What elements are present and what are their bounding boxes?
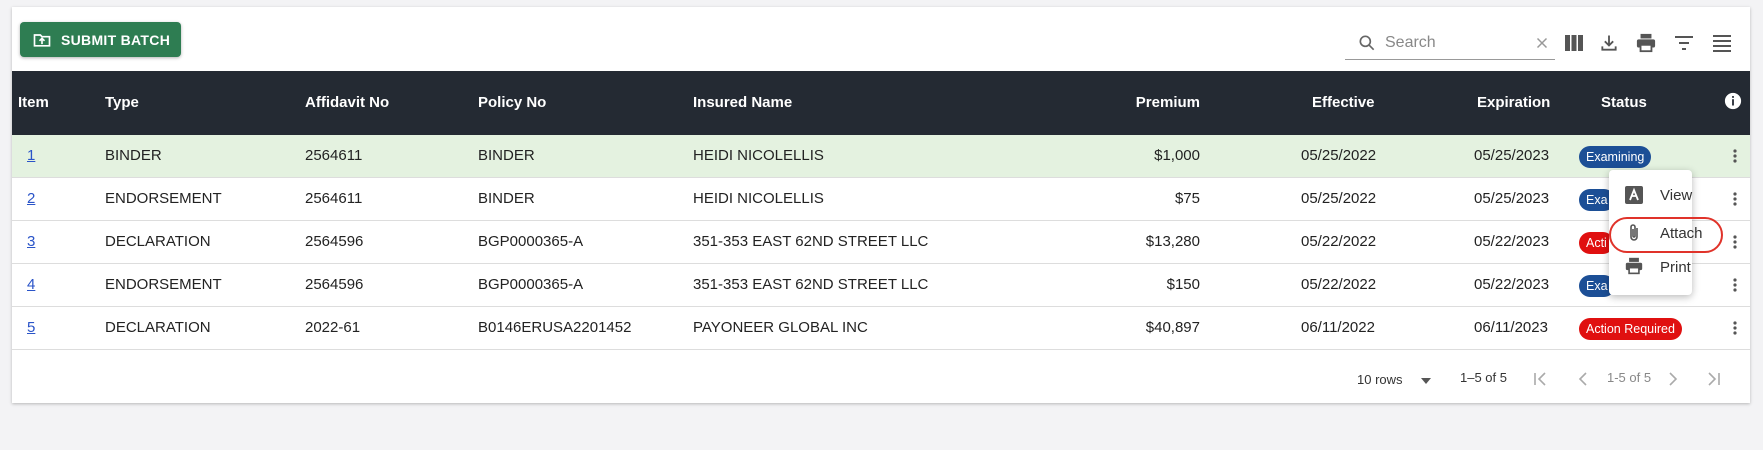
table-row[interactable]: 2 ENDORSEMENT 2564611 BINDER HEIDI NICOL… <box>12 178 1750 221</box>
table-row[interactable]: 3 DECLARATION 2564596 BGP0000365-A 351-3… <box>12 221 1750 264</box>
header-insured-name[interactable]: Insured Name <box>693 71 792 135</box>
attachment-icon <box>1624 223 1644 243</box>
cell-affidavit: 2022-61 <box>305 319 361 336</box>
table-row[interactable]: 1 BINDER 2564611 BINDER HEIDI NICOLELLIS… <box>12 135 1750 178</box>
more-vert-icon[interactable] <box>1724 317 1746 339</box>
cell-effective: 05/22/2022 <box>1301 233 1377 250</box>
menu-item-view[interactable]: View <box>1609 178 1692 212</box>
search-icon <box>1357 33 1377 53</box>
header-policy[interactable]: Policy No <box>478 71 546 135</box>
status-badge: Examining <box>1579 146 1652 168</box>
page-label: 1-5 of 5 <box>1607 370 1652 385</box>
cell-type: DECLARATION <box>105 233 211 250</box>
rows-per-page-label: 10 rows <box>1357 372 1403 387</box>
next-page-icon[interactable] <box>1663 369 1683 389</box>
cell-effective: 05/25/2022 <box>1301 147 1377 164</box>
last-page-icon[interactable] <box>1704 369 1724 389</box>
header-status[interactable]: Status <box>1601 71 1647 135</box>
table-header: Item Type Affidavit No Policy No Insured… <box>12 71 1750 135</box>
header-affidavit[interactable]: Affidavit No <box>305 71 389 135</box>
cell-type: ENDORSEMENT <box>105 276 222 293</box>
item-link[interactable]: 2 <box>27 190 35 207</box>
cell-premium: $150 <box>1166 276 1200 293</box>
info-icon[interactable] <box>1724 92 1742 114</box>
cell-policy: BINDER <box>478 147 535 164</box>
header-premium[interactable]: Premium <box>1136 71 1200 135</box>
submit-batch-button[interactable]: SUBMIT BATCH <box>20 22 181 57</box>
menu-item-print-label: Print <box>1660 258 1691 276</box>
submit-batch-label: SUBMIT BATCH <box>61 31 171 48</box>
dropdown-arrow-icon <box>1420 370 1432 392</box>
cell-type: ENDORSEMENT <box>105 190 222 207</box>
search-box[interactable] <box>1345 27 1555 60</box>
menu-item-print[interactable]: Print <box>1609 250 1692 284</box>
more-vert-icon[interactable] <box>1724 274 1746 296</box>
cell-policy: BINDER <box>478 190 535 207</box>
columns-icon[interactable] <box>1562 31 1586 55</box>
cell-policy: BGP0000365-A <box>478 233 584 250</box>
cell-type: DECLARATION <box>105 319 211 336</box>
cell-insured-name: HEIDI NICOLELLIS <box>693 190 824 207</box>
header-type[interactable]: Type <box>105 71 139 135</box>
view-document-icon <box>1624 185 1644 205</box>
upload-folder-icon <box>32 30 52 50</box>
item-link[interactable]: 1 <box>27 147 35 164</box>
header-effective[interactable]: Effective <box>1312 71 1375 135</box>
cell-policy: BGP0000365-A <box>478 276 584 293</box>
range-label: 1–5 of 5 <box>1460 370 1507 385</box>
cell-effective: 05/22/2022 <box>1301 276 1377 293</box>
more-vert-icon[interactable] <box>1724 188 1746 210</box>
cell-insured-name: 351-353 EAST 62ND STREET LLC <box>693 233 929 250</box>
menu-item-attach[interactable]: Attach <box>1609 216 1703 250</box>
table-row[interactable]: 4 ENDORSEMENT 2564596 BGP0000365-A 351-3… <box>12 264 1750 307</box>
cell-policy: B0146ERUSA2201452 <box>478 319 632 336</box>
download-icon[interactable] <box>1597 31 1621 55</box>
cell-premium: $1,000 <box>1154 147 1200 164</box>
search-input[interactable] <box>1385 34 1535 52</box>
toolbar: SUBMIT BATCH <box>12 7 1750 71</box>
menu-item-view-label: View <box>1660 186 1693 204</box>
item-link[interactable]: 5 <box>27 319 35 336</box>
cell-effective: 05/25/2022 <box>1301 190 1377 207</box>
cell-expiration: 05/25/2023 <box>1474 190 1550 207</box>
cell-type: BINDER <box>105 147 162 164</box>
cell-premium: $75 <box>1174 190 1200 207</box>
cell-affidavit: 2564611 <box>305 147 363 164</box>
cell-expiration: 06/11/2023 <box>1474 319 1548 336</box>
more-vert-icon[interactable] <box>1724 145 1746 167</box>
header-item[interactable]: Item <box>18 71 49 135</box>
cell-expiration: 05/22/2023 <box>1474 233 1550 250</box>
cell-affidavit: 2564596 <box>305 233 364 250</box>
rows-per-page-select[interactable]: 10 rows <box>1357 369 1432 392</box>
previous-page-icon[interactable] <box>1573 369 1593 389</box>
table-row[interactable]: 5 DECLARATION 2022-61 B0146ERUSA2201452 … <box>12 307 1750 350</box>
filter-icon[interactable] <box>1672 31 1696 55</box>
view-list-icon[interactable] <box>1710 31 1734 55</box>
cell-effective: 06/11/2022 <box>1301 319 1375 336</box>
first-page-icon[interactable] <box>1530 369 1550 389</box>
cell-insured-name: PAYONEER GLOBAL INC <box>693 319 868 336</box>
cell-affidavit: 2564611 <box>305 190 363 207</box>
batch-panel: SUBMIT BATCH Item Type Aff <box>12 7 1750 403</box>
cell-expiration: 05/25/2023 <box>1474 147 1550 164</box>
more-vert-icon[interactable] <box>1724 231 1746 253</box>
cell-premium: $13,280 <box>1145 233 1200 250</box>
table-footer: 10 rows 1–5 of 5 1-5 of 5 <box>12 350 1750 403</box>
item-link[interactable]: 4 <box>27 276 35 293</box>
row-context-menu: View Attach Print <box>1609 170 1703 295</box>
cell-premium: $40,897 <box>1145 319 1200 336</box>
print-icon[interactable] <box>1634 31 1658 55</box>
status-badge: Action Required <box>1579 318 1682 340</box>
cell-insured-name: 351-353 EAST 62ND STREET LLC <box>693 276 929 293</box>
print-icon <box>1624 257 1644 277</box>
cell-expiration: 05/22/2023 <box>1474 276 1550 293</box>
cell-insured-name: HEIDI NICOLELLIS <box>693 147 824 164</box>
header-expiration[interactable]: Expiration <box>1477 71 1550 135</box>
menu-item-attach-label: Attach <box>1660 224 1703 242</box>
clear-search-icon[interactable] <box>1533 34 1551 52</box>
cell-affidavit: 2564596 <box>305 276 364 293</box>
item-link[interactable]: 3 <box>27 233 35 250</box>
